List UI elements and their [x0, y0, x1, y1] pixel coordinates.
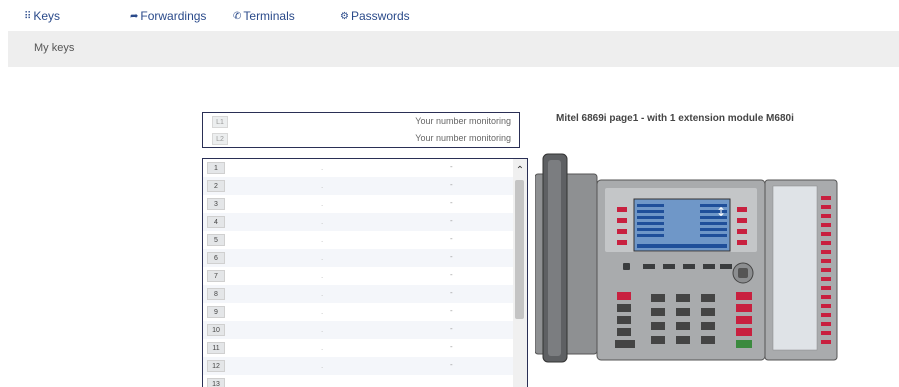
key-list: 1. -2. -3. -4. -5. -6. -7. -8. -9. -10. -11. -12. -1…: [202, 158, 528, 387]
key-number-badge: 5: [207, 234, 225, 246]
key-value: -: [450, 180, 453, 189]
key-label: .: [321, 343, 324, 352]
nav-passwords[interactable]: ⚙ Passwords: [340, 9, 410, 23]
key-label: .: [321, 217, 324, 226]
key-row[interactable]: 1. -: [203, 159, 527, 177]
phone-model-title: Mitel 6869i page1 - with 1 extension mod…: [556, 113, 794, 124]
key-value: -: [450, 234, 453, 243]
key-label: .: [321, 199, 324, 208]
phone-icon: ✆: [233, 10, 242, 22]
gear-icon: ⚙: [340, 10, 349, 22]
nav-forwardings[interactable]: ➦ Forwardings: [130, 9, 206, 23]
subnav-title: My keys: [34, 42, 75, 54]
resize-arrow-icon: ↕: [716, 205, 726, 219]
key-label: .: [321, 235, 324, 244]
key-label: .: [321, 163, 324, 172]
line-badge: L2: [212, 133, 228, 145]
key-label: .: [321, 307, 324, 316]
key-row[interactable]: 4. -: [203, 213, 527, 231]
nav-keys-label: Keys: [33, 9, 61, 23]
key-number-badge: 13: [207, 378, 225, 387]
key-value: -: [450, 162, 453, 171]
key-row[interactable]: 8. -: [203, 285, 527, 303]
subnav-bar: My keys: [8, 31, 899, 67]
scroll-up-icon[interactable]: ⌃: [513, 165, 527, 177]
line-keys-panel: L1 Your number monitoring L2 Your number…: [202, 112, 520, 148]
key-value: -: [450, 216, 453, 225]
forward-arrow-icon: ➦: [130, 10, 139, 22]
key-number-badge: 8: [207, 288, 225, 300]
key-value: -: [450, 324, 453, 333]
key-row[interactable]: 10. -: [203, 321, 527, 339]
key-label: .: [321, 325, 324, 334]
top-navigation: ⠿ Keys ➦ Forwardings ✆ Terminals ⚙ Passw…: [0, 0, 899, 30]
key-value: -: [450, 198, 453, 207]
key-value: -: [450, 306, 453, 315]
key-label: .: [321, 253, 324, 262]
line-text: Your number monitoring: [415, 116, 511, 126]
key-value: -: [450, 360, 453, 369]
key-label: .: [321, 361, 324, 370]
key-value: -: [450, 342, 453, 351]
key-number-badge: 6: [207, 252, 225, 264]
key-row[interactable]: 9. -: [203, 303, 527, 321]
key-label: .: [321, 181, 324, 190]
key-row[interactable]: 3. -: [203, 195, 527, 213]
key-row[interactable]: 7. -: [203, 267, 527, 285]
line-badge: L1: [212, 116, 228, 128]
phone-illustration: ↕: [535, 153, 838, 363]
line-key-row[interactable]: L1 Your number monitoring: [203, 113, 519, 130]
key-number-badge: 7: [207, 270, 225, 282]
key-value: -: [450, 270, 453, 279]
scrollbar-thumb[interactable]: [515, 180, 524, 319]
key-number-badge: 12: [207, 360, 225, 372]
nav-keys[interactable]: ⠿ Keys: [24, 9, 60, 23]
key-label: .: [321, 289, 324, 298]
key-row[interactable]: 11. -: [203, 339, 527, 357]
line-text: Your number monitoring: [415, 133, 511, 143]
key-number-badge: 3: [207, 198, 225, 210]
key-row[interactable]: 5. -: [203, 231, 527, 249]
line-key-row[interactable]: L2 Your number monitoring: [203, 130, 519, 147]
key-number-badge: 11: [207, 342, 225, 354]
key-number-badge: 9: [207, 306, 225, 318]
nav-terminals[interactable]: ✆ Terminals: [233, 9, 295, 23]
key-value: -: [450, 288, 453, 297]
nav-terminals-label: Terminals: [243, 9, 295, 23]
grid-icon: ⠿: [24, 10, 32, 22]
key-number-badge: 1: [207, 162, 225, 174]
key-row[interactable]: 2. -: [203, 177, 527, 195]
key-value: -: [450, 252, 453, 261]
key-row[interactable]: 6. -: [203, 249, 527, 267]
key-number-badge: 2: [207, 180, 225, 192]
nav-passwords-label: Passwords: [350, 9, 410, 23]
key-row[interactable]: 13: [203, 375, 527, 387]
key-row[interactable]: 12. -: [203, 357, 527, 375]
nav-forwardings-label: Forwardings: [140, 9, 207, 23]
key-number-badge: 10: [207, 324, 225, 336]
key-number-badge: 4: [207, 216, 225, 228]
key-label: .: [321, 271, 324, 280]
